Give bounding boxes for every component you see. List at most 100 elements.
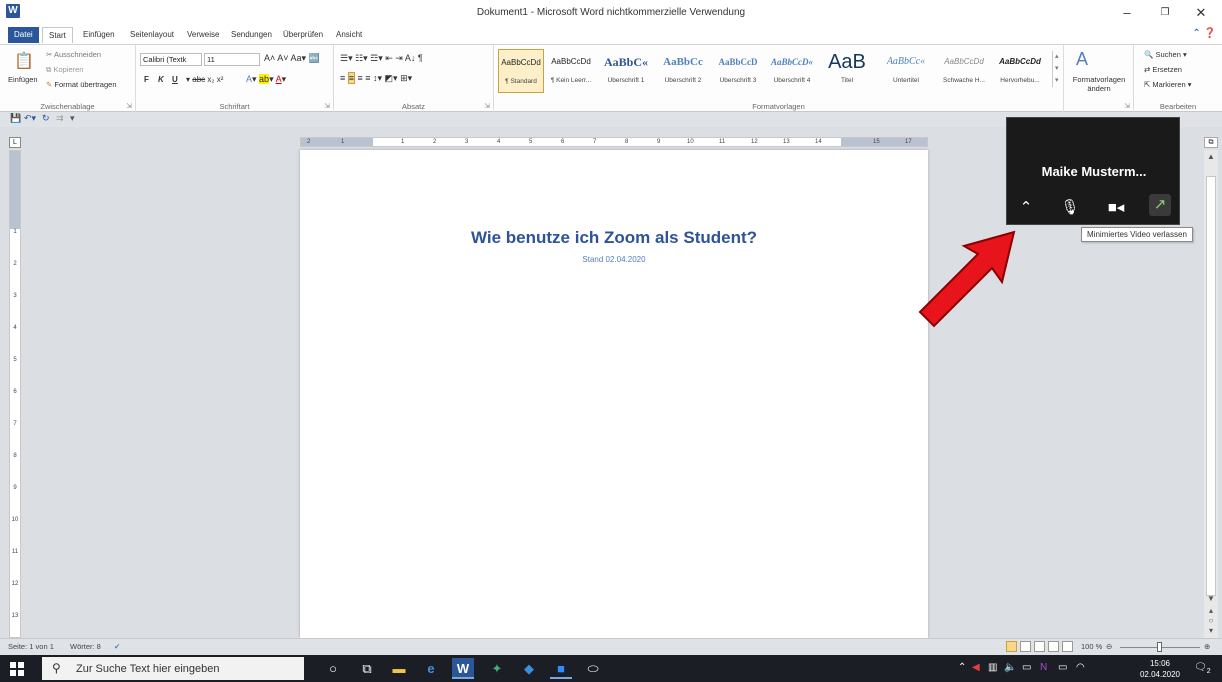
exit-minimized-video-icon[interactable]: ↗ <box>1149 194 1171 216</box>
font-launcher-icon[interactable]: ⇲ <box>324 102 330 110</box>
keyboard-icon[interactable]: ▭ <box>1022 662 1031 673</box>
format-painter-button[interactable]: ✎ Format übertragen <box>46 80 117 89</box>
text-effects-icon[interactable]: A▾ ab▾ A▾ <box>246 74 286 85</box>
full-screen-view-icon[interactable] <box>1020 641 1031 652</box>
style-heading-3[interactable]: AaBbCcD Überschrift 3 <box>712 49 764 93</box>
tab-mailings[interactable]: Sendungen <box>225 27 278 43</box>
video-camera-icon[interactable]: ■◂ <box>1105 198 1127 216</box>
zoom-slider-thumb[interactable] <box>1157 642 1162 652</box>
browse-object-icon[interactable]: ○ <box>1204 616 1218 625</box>
help-icon[interactable]: ⌃ ❓ <box>1192 28 1216 39</box>
font-size-combo[interactable]: 11 <box>204 53 260 66</box>
microphone-icon[interactable]: 🎙 <box>1059 198 1081 216</box>
word-count[interactable]: Wörter: 8 <box>70 642 101 651</box>
minimize-button[interactable]: – <box>1112 4 1142 22</box>
page-count[interactable]: Seite: 1 von 1 <box>8 642 54 651</box>
style-heading-4[interactable]: AaBbCcD« Überschrift 4 <box>766 49 818 93</box>
wifi-icon[interactable]: ◠ <box>1076 662 1085 673</box>
print-layout-view-icon[interactable] <box>1006 641 1017 652</box>
paste-icon[interactable]: 📋 <box>14 51 34 71</box>
volume-icon[interactable]: 🔈 <box>1004 662 1016 673</box>
zoom-taskbar-icon[interactable]: ■ <box>550 658 572 679</box>
tab-start[interactable]: Start <box>42 27 73 43</box>
underline-button[interactable]: U <box>172 75 178 84</box>
cut-button[interactable]: ✂ Ausschneiden <box>46 50 101 59</box>
zoom-out-icon[interactable]: ⊖ <box>1106 642 1112 651</box>
tab-selector-icon[interactable]: L <box>9 137 21 148</box>
style-heading-1[interactable]: AaBbC« Überschrift 1 <box>598 49 654 93</box>
customize-qat-icon[interactable]: ▾ <box>70 113 75 124</box>
bold-button[interactable]: F <box>144 75 149 84</box>
outline-view-icon[interactable] <box>1048 641 1059 652</box>
tab-references[interactable]: Verweise <box>181 27 225 43</box>
tray-chevron-icon[interactable]: ⌃ <box>958 662 966 673</box>
snipping-tool-icon[interactable]: ⬭ <box>582 658 604 679</box>
clipboard-launcher-icon[interactable]: ⇲ <box>126 102 132 110</box>
strikethrough-icon[interactable]: ▾ abc x₂ x² <box>186 75 223 84</box>
vertical-ruler[interactable]: 1 2 3 4 5 6 7 8 9 10 11 12 13 <box>9 150 21 638</box>
zoom-level[interactable]: 100 % <box>1081 642 1102 651</box>
list-icons[interactable]: ☰▾ ☷▾ ☲▾ ⇤ ⇥ A↓ ¶ <box>340 53 423 64</box>
next-page-icon[interactable]: ▾ <box>1204 626 1218 635</box>
tab-file[interactable]: Datei <box>8 27 39 43</box>
tab-review[interactable]: Überprüfen <box>277 27 329 43</box>
notification-center-icon[interactable]: 🗨2 <box>1194 662 1211 675</box>
change-styles-button[interactable]: Formatvorlagen ändern <box>1068 75 1130 93</box>
paste-button[interactable]: Einfügen <box>8 75 38 84</box>
tab-view[interactable]: Ansicht <box>330 27 368 43</box>
maps-app-icon[interactable]: ✦ <box>486 658 508 679</box>
vertical-scrollbar[interactable]: ▲ ▼ ▴ ○ ▾ <box>1204 150 1218 638</box>
align-icons[interactable]: ≡ ≡ ≡ ≡ ↕▾ ◩▾ ⊞▾ <box>340 72 412 84</box>
task-view-icon[interactable]: ⧉ <box>356 658 378 679</box>
document-page[interactable]: Wie benutze ich Zoom als Student? Stand … <box>300 150 928 638</box>
taskbar-search-box[interactable]: ⚲ Zur Suche Text hier eingeben <box>42 657 304 680</box>
taskbar-clock[interactable]: 15:06 02.04.2020 <box>1137 658 1183 680</box>
maximize-button[interactable]: ❐ <box>1150 4 1180 22</box>
change-styles-icon[interactable]: A <box>1076 49 1088 70</box>
redo-icon[interactable]: ↻ <box>42 113 50 124</box>
style-no-spacing[interactable]: AaBbCcDd ¶ Kein Leerr... <box>548 49 594 93</box>
style-emphasis[interactable]: AaBbCcDd Hervorhebu... <box>994 49 1046 93</box>
web-layout-view-icon[interactable] <box>1034 641 1045 652</box>
style-heading-2[interactable]: AaBbCc Überschrift 2 <box>656 49 710 93</box>
italic-button[interactable]: K <box>158 75 164 84</box>
tray-app-icon[interactable]: ◀ <box>972 662 980 673</box>
zoom-video-panel[interactable]: Maike Musterm... ⌃ 🎙 ■◂ ↗ <box>1006 117 1180 225</box>
chevron-up-icon[interactable]: ⌃ <box>1015 198 1037 216</box>
scroll-up-icon[interactable]: ▲ <box>1204 152 1218 161</box>
scrollbar-thumb[interactable] <box>1206 176 1216 596</box>
styles-scroll-icon[interactable]: ▴ ▾ ▾ <box>1052 51 1059 87</box>
horizontal-ruler[interactable]: 2 1 1 2 3 4 5 6 7 8 9 10 11 12 13 14 15 … <box>300 137 928 147</box>
previous-page-icon[interactable]: ▴ <box>1204 606 1218 615</box>
style-subtle-emphasis[interactable]: AaBbCcDd Schwache H... <box>938 49 990 93</box>
cortana-icon[interactable]: ○ <box>322 658 344 679</box>
word-taskbar-icon[interactable]: W <box>452 658 474 679</box>
select-button[interactable]: ⇱ Markieren ▾ <box>1144 80 1192 89</box>
network-icon[interactable]: ▥ <box>988 662 997 673</box>
zoom-in-icon[interactable]: ⊕ <box>1204 642 1210 651</box>
save-icon[interactable]: 💾 <box>10 113 21 124</box>
grow-font-icon[interactable]: A˄ A˅ Aa▾ 🔤 <box>264 53 320 64</box>
repeat-icon[interactable]: ⇉ <box>56 113 64 124</box>
tab-page-layout[interactable]: Seitenlayout <box>124 27 180 43</box>
undo-icon[interactable]: ↶▾ <box>24 113 36 124</box>
style-subtitle[interactable]: AaBbCc« Untertitel <box>878 49 934 93</box>
power-icon[interactable]: ▭ <box>1058 662 1067 673</box>
webex-icon[interactable]: ◆ <box>518 658 540 679</box>
onenote-icon[interactable]: N <box>1040 662 1047 673</box>
close-button[interactable]: ✕ <box>1186 4 1216 22</box>
view-ruler-icon[interactable]: ⧉ <box>1204 137 1218 148</box>
scroll-down-icon[interactable]: ▼ <box>1204 594 1218 603</box>
edge-browser-icon[interactable]: e <box>420 658 442 679</box>
font-name-combo[interactable]: Calibri (Textk <box>140 53 202 66</box>
file-explorer-icon[interactable]: ▬ <box>388 658 410 679</box>
proofing-icon[interactable]: ✔ <box>114 642 120 651</box>
style-title[interactable]: AaB Titel <box>824 49 870 93</box>
find-button[interactable]: 🔍 Suchen ▾ <box>1144 50 1187 59</box>
copy-button[interactable]: ⧉ Kopieren <box>46 65 83 75</box>
tab-insert[interactable]: Einfügen <box>77 27 121 43</box>
replace-button[interactable]: ⇄ Ersetzen <box>1144 65 1182 74</box>
draft-view-icon[interactable] <box>1062 641 1073 652</box>
styles-launcher-icon[interactable]: ⇲ <box>1124 102 1130 110</box>
windows-start-icon[interactable] <box>10 662 24 676</box>
